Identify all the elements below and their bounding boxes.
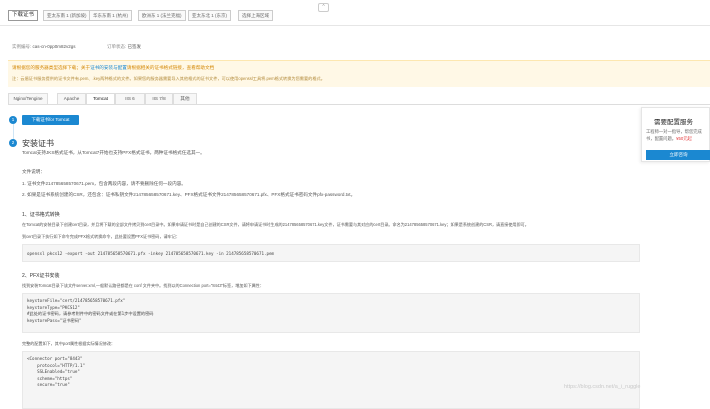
- download-tomcat-cert-button[interactable]: 下载证书for Tomcat: [22, 115, 79, 125]
- promo-line-2: 书，配置问题。¥50元起: [646, 135, 702, 142]
- tab-region-select[interactable]: 选择上海区域: [238, 10, 273, 21]
- pfx-install-instructions: 找到安装Tomcat目录下该文件server.xml,一般默认路径都是在 con…: [22, 283, 264, 288]
- connector-config-block: <Connector port="8443" protocol="HTTP/1.…: [22, 351, 640, 409]
- promo-line-1: 工程师一对一指导，帮您完成: [646, 129, 702, 134]
- install-intro: Tomcat支持JKS格式证书，从Tomcat7开始也支持PFX格式证书，两种证…: [22, 150, 205, 155]
- notice-text-suffix: 请根据相关的证书格式链接，查看帮助文档: [126, 65, 215, 70]
- scroll-up-button[interactable]: ^: [318, 3, 329, 12]
- step-connector: [13, 124, 14, 140]
- pfx-install-title: 2、PFX证书安装: [22, 273, 60, 279]
- keystore-config-block: keystoreFile="cert/214785658570671.pfx" …: [22, 293, 640, 333]
- code-line: keystorePass="证书密码": [27, 317, 82, 323]
- config-help-link[interactable]: 证书的安装与配置: [90, 65, 127, 70]
- step-2-marker: 2: [9, 139, 17, 147]
- tab-divider: [8, 104, 710, 105]
- tab-region-3[interactable]: 欧洲东 1 (法兰克福): [138, 10, 186, 21]
- file-note-2: 2. 如果是证书系统创建的CSR，还包含：证书私钥文件2147856585706…: [22, 192, 356, 197]
- promo-title: 需要配置服务: [654, 119, 693, 126]
- order-status: 订单状态: 已签发: [107, 44, 141, 50]
- promo-price: ¥50元起: [676, 136, 692, 141]
- promo-description: 工程师一对一指导，帮您完成 书，配置问题。¥50元起: [646, 128, 702, 142]
- notice-text: 请根据您的服务器类型选择下载；关于: [12, 65, 91, 70]
- convert-format-title: 1、证书格式转换: [22, 212, 60, 218]
- watermark-url: https://blog.csdn.net/a_i_ruggle: [564, 384, 641, 390]
- notice-line-1: 请根据您的服务器类型选择下载；关于证书的安装与配置请根据相关的证书格式链接，查看…: [12, 65, 214, 71]
- full-config-note: 完整的配置如下，其中port属性根据实际情况修改：: [22, 341, 116, 346]
- status-label: 订单状态:: [107, 44, 127, 49]
- install-cert-title: 安装证书: [22, 139, 54, 148]
- config-service-promo: 需要配置服务 工程师一对一指导，帮您完成 书，配置问题。¥50元起 立即咨询: [641, 107, 710, 162]
- code-line: secure="true": [27, 382, 70, 387]
- openssl-command: openssl pkcs12 -export -out 214785658570…: [27, 251, 275, 256]
- consult-now-button[interactable]: 立即咨询: [646, 150, 710, 160]
- files-heading: 文件说明：: [22, 169, 45, 174]
- tab-region-4[interactable]: 亚太东北 1 (东京): [188, 10, 231, 21]
- openssl-command-block: openssl pkcs12 -export -out 214785658570…: [22, 244, 640, 262]
- promo-line-2-text: 书，配置问题。: [646, 136, 677, 141]
- instance-value: cas-cn-0pp0m82v2gs: [32, 44, 76, 49]
- status-value: 已签发: [127, 44, 142, 49]
- file-note-1: 1. 证书文件214785658570671.pem，包含两段内容，请不要删除任…: [22, 181, 186, 186]
- tab-download-cert[interactable]: 下载证书: [8, 10, 39, 21]
- top-tab-bar: 下载证书 亚太东南 1 (新加坡) 华东东南 1 (杭州) 欧洲东 1 (法兰克…: [0, 0, 710, 26]
- notice-line-2: 注：云盾证书服务提供的证书文件有.pem、.key两种格式的文件。如果您的服务器…: [12, 76, 325, 81]
- convert-instructions-2: 到cert目录下执行如下命令完成PFX格式转换命令，此处要设置PFX证书密码，请…: [22, 234, 180, 239]
- notice-banner: 请根据您的服务器类型选择下载；关于证书的安装与配置请根据相关的证书格式链接，查看…: [8, 60, 710, 87]
- tab-region-1[interactable]: 亚太东南 1 (新加坡): [43, 10, 91, 21]
- instance-info: 实例编号: cas-cn-0pp0m82v2gs: [12, 44, 76, 50]
- instance-label: 实例编号:: [12, 44, 32, 49]
- step-1-marker: 1: [9, 116, 17, 124]
- convert-instructions-1: 在Tomcat的安装目录下创建cert目录，并且将下载的全部文件拷贝到cert目…: [22, 222, 529, 227]
- tab-region-2[interactable]: 华东东南 1 (杭州): [89, 10, 132, 21]
